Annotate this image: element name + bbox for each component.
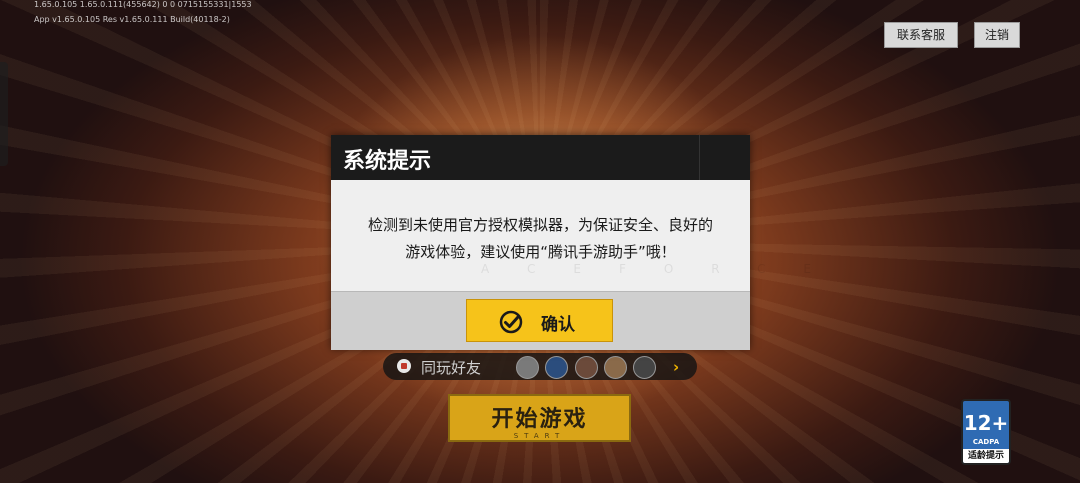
dialog-title: 系统提示 (343, 149, 432, 174)
dialog-message-line2: 游戏体验，建议使用“腾讯手游助手”哦！ (405, 243, 676, 261)
friends-label: 同玩好友 (421, 359, 482, 377)
age-rating-org: CADPA (972, 438, 1000, 446)
system-prompt-dialog: 系统提示 ACEFORCE 检测到未使用官方授权模拟器，为保证安全、良好的 游戏… (331, 135, 811, 350)
friend-avatar[interactable] (604, 356, 627, 379)
side-drawer-handle[interactable] (0, 62, 8, 166)
dialog-footer: 确认 (331, 291, 750, 350)
confirm-button[interactable]: 确认 (466, 299, 613, 342)
friend-avatar[interactable] (516, 356, 539, 379)
start-game-button[interactable]: 开始游戏 START (448, 394, 631, 442)
check-circle-icon (499, 310, 523, 334)
dialog-body: ACEFORCE 检测到未使用官方授权模拟器，为保证安全、良好的 游戏体验，建议… (331, 180, 811, 291)
dialog-watermark: ACEFORCE (481, 262, 850, 276)
version-info-line2: App v1.65.0.105 Res v1.65.0.111 Build(40… (34, 15, 230, 24)
dialog-message-line1: 检测到未使用官方授权模拟器，为保证安全、良好的 (367, 216, 713, 234)
version-info-line1: 1.65.0.105 1.65.0.111(455642) 0 0 071515… (34, 0, 252, 9)
friend-avatar[interactable] (545, 356, 568, 379)
dialog-header-corner (699, 135, 750, 180)
friends-icon (397, 359, 411, 373)
logout-button[interactable]: 注销 (974, 22, 1020, 48)
age-rating-badge[interactable]: 12+ CADPA 适龄提示 (961, 399, 1011, 465)
friend-avatar[interactable] (633, 356, 656, 379)
confirm-label: 确认 (541, 315, 575, 335)
start-game-label: 开始游戏 (491, 407, 588, 432)
age-rating-tip: 适龄提示 (963, 449, 1009, 463)
customer-service-button[interactable]: 联系客服 (884, 22, 958, 48)
dialog-header: 系统提示 (331, 135, 750, 180)
start-game-sublabel: START (513, 432, 566, 440)
friend-avatar[interactable] (575, 356, 598, 379)
age-rating-number: 12+ (963, 411, 1009, 435)
chevron-right-icon[interactable]: › (673, 358, 679, 376)
friends-bar[interactable]: 同玩好友 › (383, 353, 697, 380)
